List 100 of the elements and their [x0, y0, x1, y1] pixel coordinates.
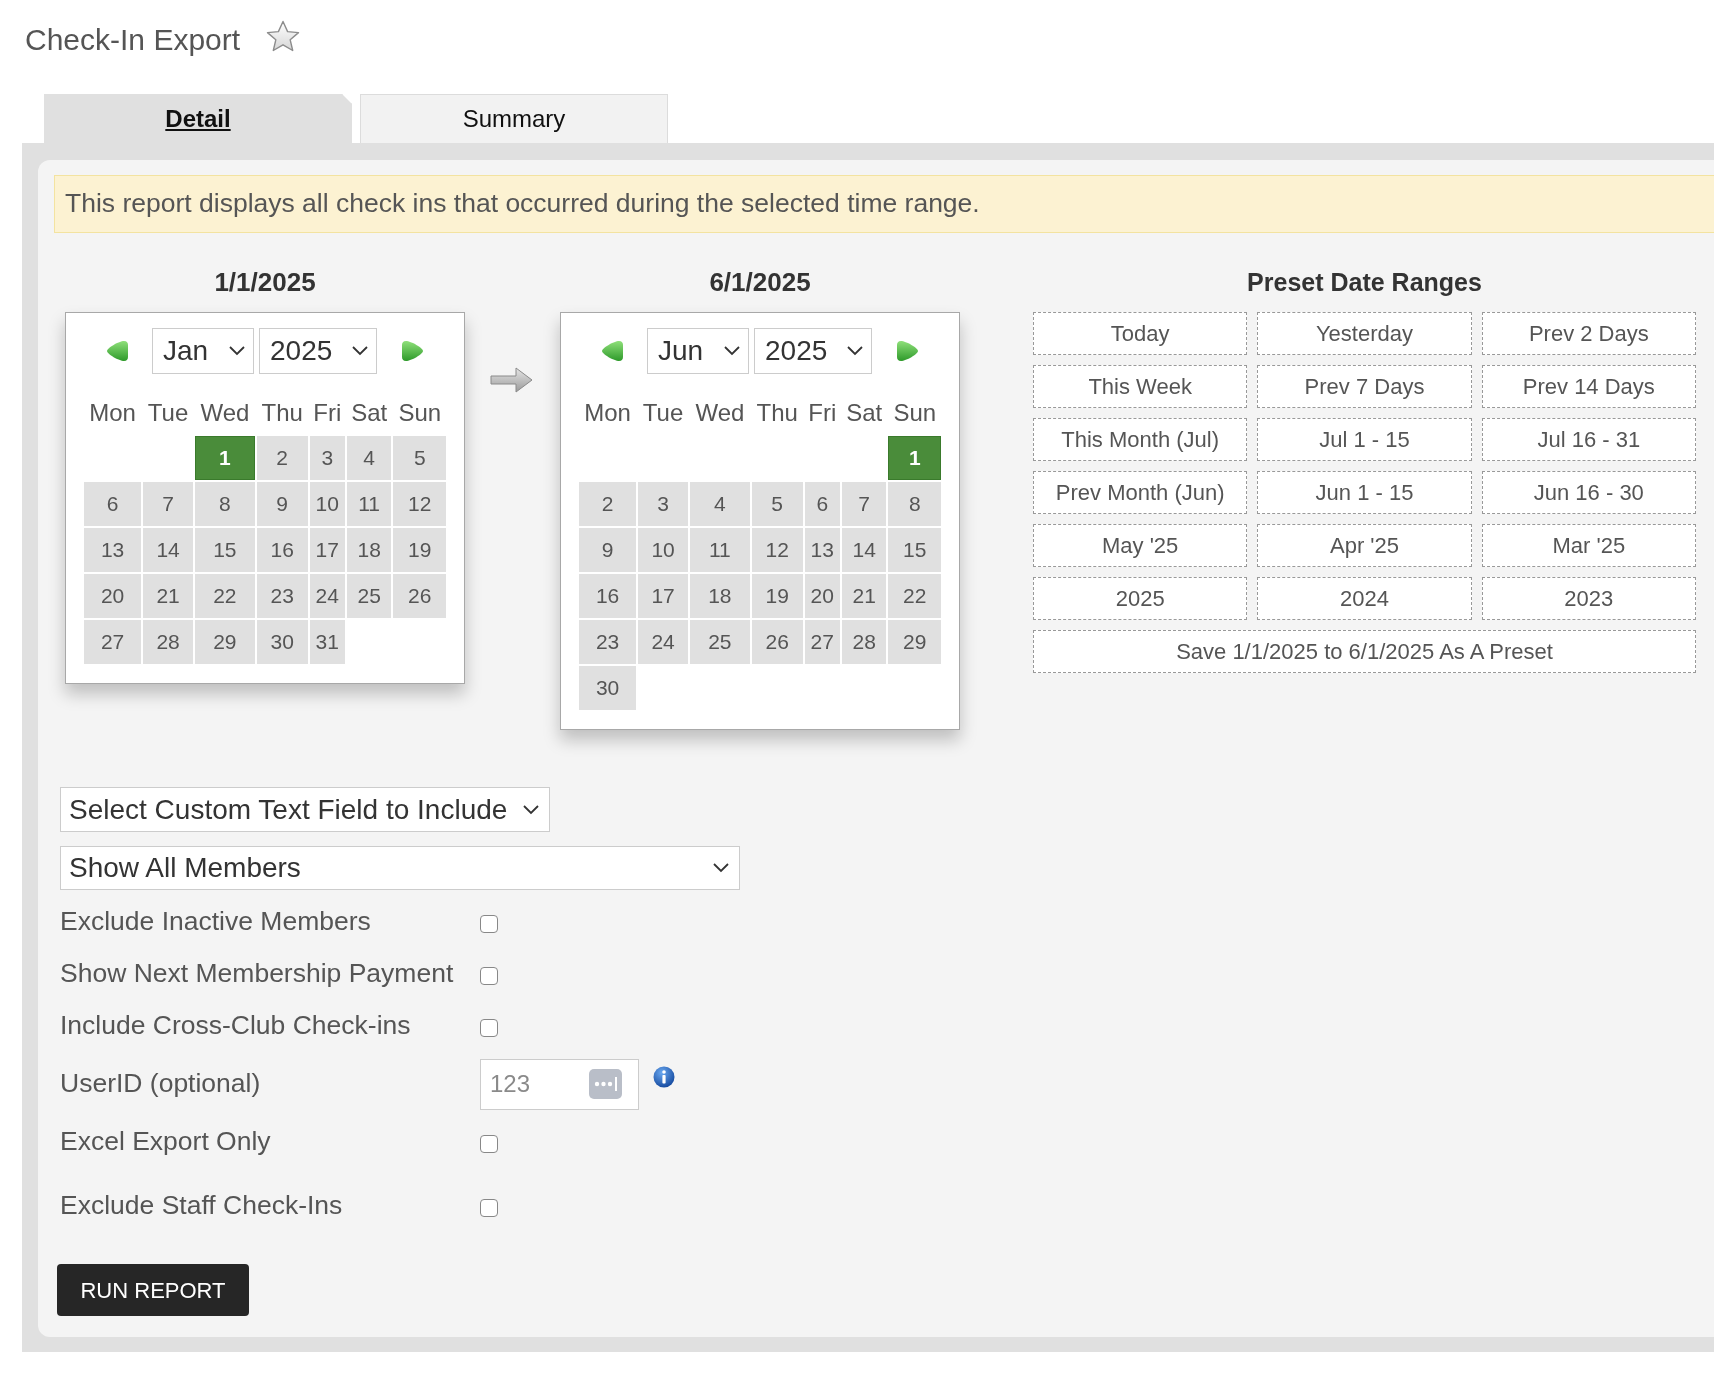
calendar-day[interactable]: 10 — [638, 528, 688, 572]
calendar-day[interactable]: 29 — [888, 620, 941, 664]
calendar-day[interactable]: 18 — [346, 528, 392, 572]
month-dropdown[interactable]: Jun — [647, 328, 749, 374]
calendar-day[interactable]: 29 — [195, 620, 255, 664]
checkbox[interactable] — [480, 967, 498, 985]
save-preset-button[interactable]: Save 1/1/2025 to 6/1/2025 As A Preset — [1033, 630, 1696, 673]
calendar-day[interactable]: 22 — [195, 574, 255, 618]
calendar-day[interactable]: 30 — [256, 620, 308, 664]
calendar-day[interactable]: 11 — [346, 482, 392, 526]
preset-range-button[interactable]: Jun 1 - 15 — [1257, 471, 1472, 514]
preset-range-button[interactable]: Mar '25 — [1481, 524, 1696, 567]
left-arrow-icon[interactable] — [105, 340, 130, 362]
calendar-day[interactable]: 7 — [841, 482, 887, 526]
calendar-day[interactable]: 23 — [579, 620, 637, 664]
preset-range-button[interactable]: Prev 14 Days — [1481, 365, 1696, 408]
calendar-day[interactable]: 6 — [804, 482, 840, 526]
calendar-day[interactable]: 16 — [579, 574, 637, 618]
preset-range-button[interactable]: Jul 1 - 15 — [1257, 418, 1472, 461]
right-arrow-icon[interactable] — [895, 340, 920, 362]
calendar-day[interactable]: 27 — [804, 620, 840, 664]
calendar-day[interactable]: 12 — [393, 482, 446, 526]
calendar-day[interactable]: 30 — [579, 666, 637, 710]
preset-range-button[interactable]: May '25 — [1033, 524, 1248, 567]
calendar-day[interactable]: 13 — [84, 528, 142, 572]
preset-range-button[interactable]: Prev 2 Days — [1481, 312, 1696, 355]
month-dropdown[interactable]: Jan — [152, 328, 254, 374]
tab[interactable]: Summary — [360, 94, 668, 143]
calendar-day[interactable]: 4 — [690, 482, 750, 526]
custom-field-dropdown[interactable]: Select Custom Text Field to Include — [60, 787, 550, 832]
calendar-day[interactable]: 26 — [751, 620, 803, 664]
tab[interactable]: Detail — [44, 94, 352, 143]
dots-icon[interactable] — [589, 1068, 622, 1099]
preset-range-button[interactable]: Apr '25 — [1257, 524, 1472, 567]
calendar-day[interactable]: 21 — [841, 574, 887, 618]
info-icon[interactable] — [653, 1066, 675, 1088]
calendar-day[interactable]: 1 — [888, 436, 941, 480]
preset-range-button[interactable]: 2023 — [1481, 577, 1696, 620]
calendar-day[interactable]: 12 — [751, 528, 803, 572]
calendar-day[interactable]: 7 — [143, 482, 193, 526]
calendar-day[interactable]: 9 — [579, 528, 637, 572]
calendar-day[interactable]: 23 — [256, 574, 308, 618]
calendar-day[interactable]: 2 — [256, 436, 308, 480]
calendar-day[interactable]: 18 — [690, 574, 750, 618]
preset-range-button[interactable]: Jun 16 - 30 — [1481, 471, 1696, 514]
right-arrow-icon[interactable] — [400, 340, 425, 362]
calendar-day[interactable]: 17 — [309, 528, 345, 572]
left-arrow-icon[interactable] — [600, 340, 625, 362]
calendar-day[interactable]: 24 — [309, 574, 345, 618]
preset-range-button[interactable]: 2025 — [1033, 577, 1248, 620]
calendar-day[interactable]: 1 — [195, 436, 255, 480]
preset-range-button[interactable]: This Week — [1033, 365, 1248, 408]
star-icon[interactable] — [266, 20, 301, 52]
run-report-button[interactable]: RUN REPORT — [57, 1264, 249, 1316]
calendar-day[interactable]: 6 — [84, 482, 142, 526]
year-dropdown[interactable]: 2025 — [754, 328, 872, 374]
calendar-day[interactable]: 8 — [888, 482, 941, 526]
calendar-day[interactable]: 20 — [84, 574, 142, 618]
calendar-day[interactable]: 28 — [143, 620, 193, 664]
calendar-day[interactable]: 22 — [888, 574, 941, 618]
calendar-day[interactable]: 17 — [638, 574, 688, 618]
calendar-day[interactable]: 5 — [751, 482, 803, 526]
preset-range-button[interactable]: Yesterday — [1257, 312, 1472, 355]
calendar-day[interactable]: 28 — [841, 620, 887, 664]
calendar-day[interactable]: 3 — [309, 436, 345, 480]
checkbox[interactable] — [480, 1019, 498, 1037]
calendar-day[interactable]: 13 — [804, 528, 840, 572]
checkbox[interactable] — [480, 1199, 498, 1217]
preset-range-button[interactable]: Today — [1033, 312, 1248, 355]
calendar-day[interactable]: 10 — [309, 482, 345, 526]
checkbox[interactable] — [480, 915, 498, 933]
calendar-day[interactable]: 20 — [804, 574, 840, 618]
preset-range-button[interactable]: Prev Month (Jun) — [1033, 471, 1248, 514]
calendar-day[interactable]: 26 — [393, 574, 446, 618]
calendar-day[interactable]: 14 — [143, 528, 193, 572]
preset-range-button[interactable]: 2024 — [1257, 577, 1472, 620]
calendar-day[interactable]: 25 — [690, 620, 750, 664]
checkbox[interactable] — [480, 1135, 498, 1153]
preset-range-button[interactable]: This Month (Jul) — [1033, 418, 1248, 461]
preset-range-button[interactable]: Prev 7 Days — [1257, 365, 1472, 408]
calendar-day[interactable]: 25 — [346, 574, 392, 618]
calendar-day[interactable]: 19 — [393, 528, 446, 572]
calendar-day[interactable]: 8 — [195, 482, 255, 526]
calendar-day[interactable]: 27 — [84, 620, 142, 664]
calendar-day[interactable]: 21 — [143, 574, 193, 618]
calendar-day[interactable]: 15 — [195, 528, 255, 572]
calendar-day[interactable]: 5 — [393, 436, 446, 480]
calendar-day[interactable]: 16 — [256, 528, 308, 572]
calendar-day[interactable]: 15 — [888, 528, 941, 572]
calendar-day[interactable]: 11 — [690, 528, 750, 572]
calendar-day[interactable]: 3 — [638, 482, 688, 526]
calendar-day[interactable]: 31 — [309, 620, 345, 664]
calendar-day[interactable]: 2 — [579, 482, 637, 526]
year-dropdown[interactable]: 2025 — [259, 328, 377, 374]
calendar-day[interactable]: 4 — [346, 436, 392, 480]
calendar-day[interactable]: 19 — [751, 574, 803, 618]
calendar-day[interactable]: 9 — [256, 482, 308, 526]
member-filter-dropdown[interactable]: Show All Members — [60, 846, 740, 890]
preset-range-button[interactable]: Jul 16 - 31 — [1481, 418, 1696, 461]
calendar-day[interactable]: 14 — [841, 528, 887, 572]
